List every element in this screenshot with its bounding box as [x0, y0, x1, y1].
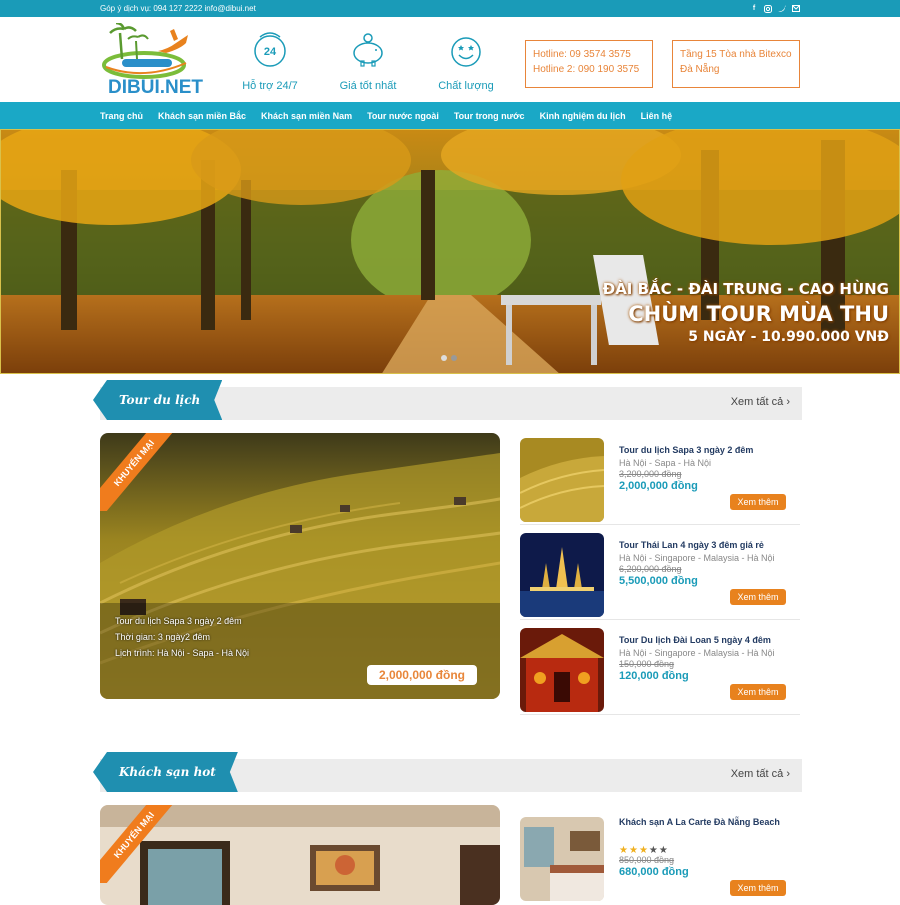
tour-title[interactable]: Tour Thái Lan 4 ngày 3 đêm giá rẻ — [619, 540, 799, 550]
nav-item-domestic-tours[interactable]: Tour trong nước — [454, 111, 525, 121]
hotel-old-price: 850,000 đồng — [619, 855, 675, 865]
chevron-right-icon: › — [786, 768, 790, 780]
site-logo[interactable]: DIBUI.NET — [100, 21, 203, 103]
tour-price: 5,500,000 đồng — [619, 575, 698, 587]
nav-item-travel-tips[interactable]: Kinh nghiệm du lịch — [540, 111, 626, 121]
tour-old-price: 3,200,000 đồng — [619, 469, 682, 479]
tour-list-item[interactable]: Tour Du lịch Đài Loan 5 ngày 4 đêm Hà Nộ… — [520, 623, 800, 715]
tours-section-header: Tour du lịch Xem tất cả › — [100, 387, 802, 420]
logo-graphic — [102, 21, 188, 79]
twitter-icon[interactable] — [778, 5, 786, 13]
social-links: f — [750, 4, 800, 13]
tour-route: Hà Nội - Singapore - Malaysia - Hà Nội — [619, 648, 775, 658]
featured-tour-card[interactable]: KHUYẾN MẠI Tour du lịch Sapa 3 ngày 2 đê… — [100, 433, 500, 699]
feature-price-label: Giá tốt nhất — [339, 80, 397, 92]
promo-ribbon: KHUYẾN MẠI — [100, 433, 178, 511]
nav-item-home[interactable]: Trang chủ — [100, 111, 143, 121]
slider-dot[interactable] — [441, 355, 447, 361]
top-bar: Góp ý dịch vụ: 094 127 2222 info@dibui.n… — [0, 0, 900, 17]
hero-banner[interactable]: ĐÀI BẮC - ĐÀI TRUNG - CAO HÙNG CHÙM TOUR… — [0, 129, 900, 374]
hotline-1[interactable]: Hotline: 09 3574 3575 — [533, 47, 645, 62]
tour-old-price: 6,200,000 đồng — [619, 564, 682, 574]
tour-title[interactable]: Tour du lịch Sapa 3 ngày 2 đêm — [619, 445, 799, 455]
promo-ribbon: KHUYẾN MẠI — [100, 805, 178, 883]
hotels-section-title: Khách sạn hot — [93, 752, 238, 792]
slider-dot[interactable] — [451, 355, 457, 361]
tour-route: Hà Nội - Sapa - Hà Nội — [619, 458, 712, 468]
tour-thumbnail[interactable] — [520, 628, 604, 712]
hotel-title[interactable]: Khách sạn A La Carte Đà Nẵng Beach — [619, 817, 799, 827]
nav-item-south-hotels[interactable]: Khách sạn miền Nam — [261, 111, 352, 121]
featured-tour-name: Tour du lịch Sapa 3 ngày 2 đêm — [115, 616, 242, 626]
piggy-bank-icon — [353, 33, 383, 67]
tour-price: 120,000 đồng — [619, 670, 689, 682]
featured-tour-info: Tour du lịch Sapa 3 ngày 2 đêm Thời gian… — [115, 613, 249, 661]
tour-thumbnail[interactable] — [520, 533, 604, 617]
address-line-1: Tầng 15 Tòa nhà Bitexco — [680, 49, 792, 60]
featured-tour-price: 2,000,000 đồng — [366, 665, 477, 685]
mail-icon[interactable] — [792, 5, 800, 13]
slider-dots — [441, 355, 457, 361]
tour-list-item[interactable]: Tour Thái Lan 4 ngày 3 đêm giá rẻ Hà Nội… — [520, 528, 800, 620]
tour-price: 2,000,000 đồng — [619, 480, 698, 492]
hotel-thumbnail[interactable] — [520, 817, 604, 901]
address-line-2: Đà Nẵng — [680, 64, 720, 75]
nav-item-north-hotels[interactable]: Khách sạn miền Bắc — [158, 111, 246, 121]
contact-info-text: Góp ý dịch vụ: 094 127 2222 info@dibui.n… — [100, 4, 256, 13]
banner-line-3: 5 NGÀY - 10.990.000 VNĐ — [688, 329, 889, 345]
feature-quality: Chất lượng — [416, 31, 516, 92]
view-more-button[interactable]: Xem thêm — [730, 880, 786, 896]
main-nav: Trang chủ Khách sạn miền Bắc Khách sạn m… — [0, 102, 900, 129]
promo-label: KHUYẾN MẠI — [100, 805, 178, 883]
nav-item-foreign-tours[interactable]: Tour nước ngoài — [367, 111, 439, 121]
quality-icon — [451, 37, 481, 67]
tour-list-item[interactable]: Tour du lịch Sapa 3 ngày 2 đêm Hà Nội - … — [520, 433, 800, 525]
site-header: DIBUI.NET 24 Hỗ trợ 24/7 Giá tốt nhất Ch… — [0, 17, 900, 102]
address-box: Tầng 15 Tòa nhà Bitexco Đà Nẵng — [672, 40, 800, 88]
feature-support: 24 Hỗ trợ 24/7 — [220, 31, 320, 92]
svg-text:24: 24 — [264, 46, 277, 58]
tours-see-all-link[interactable]: Xem tất cả › — [731, 396, 790, 408]
instagram-icon[interactable] — [764, 4, 772, 13]
hotline-2[interactable]: Hotline 2: 090 190 3575 — [533, 62, 645, 77]
hotel-list-item[interactable]: Khách sạn A La Carte Đà Nẵng Beach ★★★★★… — [520, 805, 800, 901]
feature-quality-label: Chất lượng — [438, 80, 494, 92]
featured-hotel-card[interactable]: KHUYẾN MẠI — [100, 805, 500, 905]
tours-see-all-label: Xem tất cả — [730, 396, 784, 408]
tour-old-price: 150,000 đồng — [619, 659, 675, 669]
logo-text: DIBUI.NET — [108, 77, 203, 98]
featured-tour-time: Thời gian: 3 ngày2 đêm — [115, 632, 210, 642]
hotels-section-header: Khách sạn hot Xem tất cả › — [100, 759, 802, 792]
view-more-button[interactable]: Xem thêm — [730, 684, 786, 700]
facebook-icon[interactable]: f — [750, 5, 758, 13]
feature-price: Giá tốt nhất — [318, 31, 418, 92]
hotels-see-all-label: Xem tất cả — [730, 768, 784, 780]
banner-line-2: CHÙM TOUR MÙA THU — [628, 302, 889, 326]
tour-thumbnail[interactable] — [520, 438, 604, 522]
tour-route: Hà Nội - Singapore - Malaysia - Hà Nội — [619, 553, 775, 563]
featured-tour-route: Lịch trình: Hà Nội - Sapa - Hà Nội — [115, 648, 250, 658]
tour-title[interactable]: Tour Du lịch Đài Loan 5 ngày 4 đêm — [619, 635, 799, 645]
view-more-button[interactable]: Xem thêm — [730, 494, 786, 510]
hotels-see-all-link[interactable]: Xem tất cả › — [731, 768, 790, 780]
hotline-box[interactable]: Hotline: 09 3574 3575 Hotline 2: 090 190… — [525, 40, 653, 88]
hotel-price: 680,000 đồng — [619, 866, 689, 878]
tours-section-title: Tour du lịch — [93, 380, 222, 420]
feature-support-label: Hỗ trợ 24/7 — [242, 80, 298, 92]
chevron-right-icon: › — [786, 396, 790, 408]
support-24-icon: 24 — [254, 32, 286, 67]
promo-label: KHUYẾN MẠI — [100, 433, 178, 511]
view-more-button[interactable]: Xem thêm — [730, 589, 786, 605]
nav-item-contact[interactable]: Liên hệ — [641, 111, 673, 121]
banner-line-1: ĐÀI BẮC - ĐÀI TRUNG - CAO HÙNG — [602, 280, 889, 298]
